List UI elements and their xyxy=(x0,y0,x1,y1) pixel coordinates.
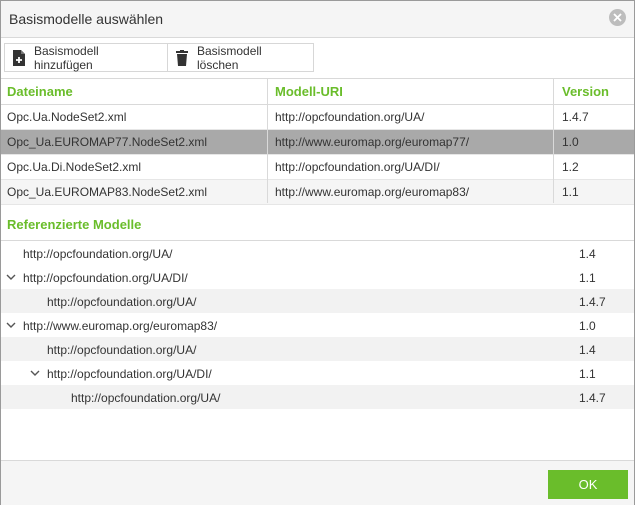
table-row-selected[interactable]: Opc_Ua.EUROMAP77.NodeSet2.xml http://www… xyxy=(1,130,634,155)
tree-item-uri: http://opcfoundation.org/UA/ xyxy=(47,343,197,357)
tree-item[interactable]: http://opcfoundation.org/UA/ 1.4.7 xyxy=(1,385,634,409)
referenced-models-title: Referenzierte Modelle xyxy=(7,217,142,232)
tree-item-version: 1.1 xyxy=(579,367,596,381)
tree-item[interactable]: http://opcfoundation.org/UA/DI/ 1.1 xyxy=(1,265,634,289)
cell-version: 1.1 xyxy=(562,185,579,199)
ok-button[interactable]: OK xyxy=(548,470,628,499)
tree-item-version: 1.1 xyxy=(579,271,596,285)
cell-version: 1.0 xyxy=(562,135,579,149)
add-file-icon xyxy=(12,49,26,66)
column-header-filename[interactable]: Dateiname xyxy=(7,84,73,99)
tree-item-version: 1.4 xyxy=(579,343,596,357)
tree-item[interactable]: http://opcfoundation.org/UA/ 1.4 xyxy=(1,337,634,361)
trash-icon xyxy=(175,49,189,66)
tree-item-version: 1.0 xyxy=(579,319,596,333)
column-divider[interactable] xyxy=(553,79,554,203)
add-base-model-button[interactable]: Basismodell hinzufügen xyxy=(4,43,168,72)
delete-base-model-label: Basismodell löschen xyxy=(197,43,262,72)
chevron-down-icon[interactable] xyxy=(5,320,17,330)
tree-item[interactable]: http://opcfoundation.org/UA/DI/ 1.1 xyxy=(1,361,634,385)
tree-item-uri: http://opcfoundation.org/UA/ xyxy=(23,247,173,261)
delete-base-model-button[interactable]: Basismodell löschen xyxy=(167,43,314,72)
table-row[interactable]: Opc.Ua.NodeSet2.xml http://opcfoundation… xyxy=(1,105,634,130)
tree-item-uri: http://opcfoundation.org/UA/ xyxy=(71,391,221,405)
models-table-header: Dateiname Modell-URI Version xyxy=(1,79,634,105)
column-header-version[interactable]: Version xyxy=(562,84,609,99)
tree-item-version: 1.4 xyxy=(579,247,596,261)
cell-filename: Opc_Ua.EUROMAP83.NodeSet2.xml xyxy=(7,185,208,199)
column-header-model-uri[interactable]: Modell-URI xyxy=(275,84,343,99)
tree-item[interactable]: http://www.euromap.org/euromap83/ 1.0 xyxy=(1,313,634,337)
cell-model-uri: http://opcfoundation.org/UA/DI/ xyxy=(275,160,440,174)
add-base-model-label: Basismodell hinzufügen xyxy=(34,43,99,72)
cell-filename: Opc.Ua.Di.NodeSet2.xml xyxy=(7,160,142,174)
dialog-title: Basismodelle auswählen xyxy=(9,11,164,27)
cell-model-uri: http://www.euromap.org/euromap83/ xyxy=(275,185,470,199)
cell-model-uri: http://opcfoundation.org/UA/ xyxy=(275,110,425,124)
cell-model-uri: http://www.euromap.org/euromap77/ xyxy=(275,135,470,149)
tree-item-uri: http://opcfoundation.org/UA/DI/ xyxy=(47,367,212,381)
chevron-down-icon[interactable] xyxy=(29,368,41,378)
close-button[interactable] xyxy=(609,9,626,26)
tree-item-uri: http://opcfoundation.org/UA/DI/ xyxy=(23,271,188,285)
dialog-titlebar: Basismodelle auswählen xyxy=(1,1,634,38)
cell-version: 1.2 xyxy=(562,160,579,174)
chevron-down-icon[interactable] xyxy=(5,272,17,282)
toolbar: Basismodell hinzufügen Basismodell lösch… xyxy=(1,38,634,79)
cell-filename: Opc.Ua.NodeSet2.xml xyxy=(7,110,127,124)
tree-item-version: 1.4.7 xyxy=(579,295,606,309)
cell-filename: Opc_Ua.EUROMAP77.NodeSet2.xml xyxy=(7,135,208,149)
close-icon xyxy=(613,13,622,22)
select-base-models-dialog: Basismodelle auswählen Basismodell hinzu… xyxy=(0,0,635,505)
table-row[interactable]: Opc_Ua.EUROMAP83.NodeSet2.xml http://www… xyxy=(1,180,634,205)
table-row[interactable]: Opc.Ua.Di.NodeSet2.xml http://opcfoundat… xyxy=(1,155,634,180)
dialog-footer: OK xyxy=(1,460,634,505)
tree-item[interactable]: http://opcfoundation.org/UA/ 1.4 xyxy=(1,241,634,265)
tree-item-uri: http://www.euromap.org/euromap83/ xyxy=(23,319,218,333)
tree-item[interactable]: http://opcfoundation.org/UA/ 1.4.7 xyxy=(1,289,634,313)
tree-item-uri: http://opcfoundation.org/UA/ xyxy=(47,295,197,309)
tree-item-version: 1.4.7 xyxy=(579,391,606,405)
cell-version: 1.4.7 xyxy=(562,110,589,124)
column-divider[interactable] xyxy=(267,79,268,203)
